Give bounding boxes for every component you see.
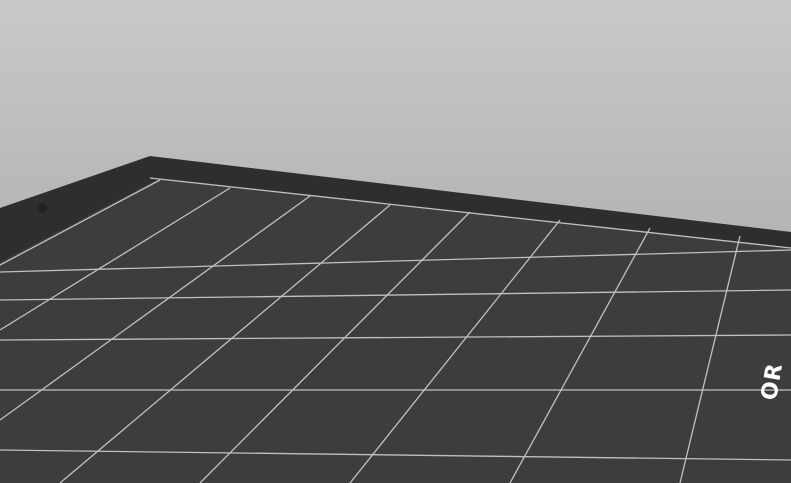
3d-viewport[interactable] <box>0 0 791 483</box>
bed-screw-icon <box>37 203 47 213</box>
